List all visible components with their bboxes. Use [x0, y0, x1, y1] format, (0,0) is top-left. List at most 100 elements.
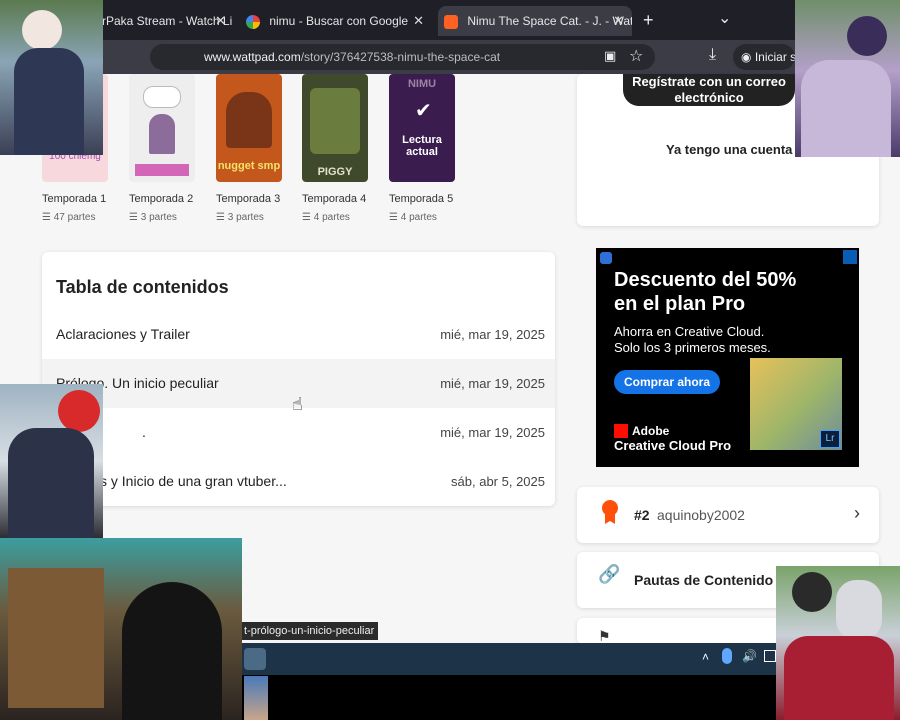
hand-cursor-icon: ☝ — [292, 394, 303, 414]
tab-list-icon[interactable]: ⌄ — [718, 8, 731, 28]
overlay-figure — [22, 10, 62, 50]
address-bar[interactable]: www.wattpad.com/story/376427538-nimu-the… — [150, 44, 655, 70]
taskbar — [240, 643, 776, 675]
cover-art — [149, 114, 175, 154]
ranking-badge-icon — [602, 500, 618, 516]
google-icon — [246, 14, 260, 29]
cover-art — [310, 88, 360, 154]
season-label[interactable]: Temporada 2 — [129, 193, 193, 205]
new-tab-button[interactable]: + — [643, 10, 654, 31]
season-parts: ☰ 4 partes — [302, 212, 350, 223]
overlay-figure — [14, 48, 84, 155]
register-email-button[interactable]: Regístrate con un correo electrónico — [623, 74, 795, 106]
ad-headline: Descuento del 50% en el plan Pro — [614, 269, 797, 315]
ad-cta-button[interactable]: Comprar ahora — [614, 370, 720, 394]
tab-label: rPaka Stream - Watch Li — [102, 14, 233, 28]
season-label[interactable]: Temporada 1 — [42, 193, 106, 205]
url-domain: www.wattpad.com — [204, 50, 301, 64]
login-link[interactable]: Ya tengo una cuenta — [666, 142, 792, 157]
season-cover-4[interactable]: PIGGY — [302, 74, 368, 182]
download-icon[interactable]: ⤓ — [709, 46, 716, 64]
adobe-logo-icon — [614, 424, 628, 438]
cover-art — [226, 92, 272, 148]
chapter-title: . — [142, 424, 146, 440]
toc-row[interactable]: Aclaraciones y Trailer mié, mar 19, 2025 — [42, 310, 555, 359]
close-tab-icon[interactable]: ✕ — [215, 6, 226, 36]
current-overlay — [389, 74, 455, 182]
toc-title: Tabla de contenidos — [56, 277, 229, 297]
register-email-label: Regístrate con un correo electrónico — [632, 74, 786, 105]
volume-icon[interactable]: 🔊 — [742, 649, 757, 663]
list-icon: ☰ — [389, 212, 401, 223]
overlay-figure — [792, 572, 832, 612]
chapter-date: mié, mar 19, 2025 — [440, 376, 545, 391]
season-cover-2[interactable] — [129, 74, 195, 182]
taskbar-app-icon[interactable] — [244, 648, 266, 670]
season-cover-3[interactable]: nugget smp — [216, 74, 282, 182]
guidelines-label[interactable]: Pautas de Contenido — [634, 572, 773, 588]
toc-row[interactable]: . mié, mar 19, 2025 — [42, 408, 555, 457]
season-parts: ☰ 3 partes — [216, 212, 264, 223]
display-icon[interactable] — [764, 650, 776, 662]
season-parts: ☰ 3 partes — [129, 212, 177, 223]
link-icon: 🔗 — [598, 564, 621, 584]
ad-choices-icon[interactable] — [600, 252, 612, 264]
close-tab-icon[interactable]: ✕ — [613, 6, 624, 36]
rank-user: aquinoby2002 — [657, 507, 745, 523]
wattpad-icon — [444, 14, 458, 29]
status-url: t-prólogo-un-inicio-peculiar — [240, 622, 379, 640]
rank-number: #2 — [634, 507, 650, 523]
chapter-title: s y Inicio de una gran vtuber... — [100, 473, 287, 489]
season-parts: ☰ 47 partes — [42, 212, 96, 223]
overlay-figure — [58, 390, 100, 432]
account-icon: ◉ — [741, 50, 755, 64]
list-icon: ☰ — [42, 212, 54, 223]
season-parts: ☰ 4 partes — [389, 212, 437, 223]
toc-row[interactable]: s y Inicio de una gran vtuber... sáb, ab… — [42, 457, 555, 506]
cover-text: PIGGY — [317, 166, 353, 178]
overlay-sticker-top-right — [795, 0, 900, 157]
season-label[interactable]: Temporada 5 — [389, 193, 453, 205]
overlay-sticker-bottom-right — [776, 566, 900, 720]
chapter-title: Aclaraciones y Trailer — [56, 326, 190, 342]
overlay-figure — [784, 636, 894, 720]
season-label[interactable]: Temporada 4 — [302, 193, 366, 205]
season-label[interactable]: Temporada 3 — [216, 193, 280, 205]
read-mode-icon[interactable]: ▣ — [604, 48, 616, 64]
overlay-figure — [801, 60, 891, 157]
ad-info-icon[interactable] — [843, 250, 857, 264]
microphone-icon[interactable] — [722, 648, 732, 664]
ad-brand-2: Creative Cloud Pro — [614, 438, 732, 453]
chapter-date: mié, mar 19, 2025 — [440, 327, 545, 342]
current-reading-label: Lectura actual — [402, 134, 442, 158]
advertisement[interactable]: Descuento del 50% en el plan Pro Ahorra … — [596, 248, 859, 467]
close-tab-icon[interactable]: ✕ — [413, 6, 424, 36]
overlay-figure — [836, 580, 882, 640]
sign-in-button[interactable]: ◉ Iniciar s — [733, 44, 795, 70]
tab-wattpad[interactable]: Nimu The Space Cat. - J. - Watt ✕ — [438, 6, 632, 36]
season-cover-5[interactable]: NIMU ✔ Lectura actual — [389, 74, 455, 182]
url-path: /story/376427538-nimu-the-space-cat — [300, 50, 501, 64]
speech-bubble — [143, 86, 181, 108]
list-icon: ☰ — [302, 212, 314, 223]
tab-google[interactable]: nimu - Buscar con Google ✕ — [240, 6, 432, 36]
chevron-right-icon[interactable]: › — [854, 503, 860, 524]
checkmark-icon: ✔ — [415, 100, 432, 122]
overlay-figure — [8, 428, 94, 538]
list-icon: ☰ — [129, 212, 141, 223]
webcam-feed — [0, 538, 242, 720]
lightroom-badge: Lr — [820, 430, 840, 448]
chevron-up-icon[interactable]: ˄ — [702, 650, 709, 664]
webcam-wardrobe — [8, 568, 104, 708]
tab-stream[interactable]: rPaka Stream - Watch Li ✕ — [96, 6, 234, 36]
ad-brand-1: Adobe — [632, 424, 670, 438]
black-bar — [240, 675, 776, 720]
ad-body-2: Solo los 3 primeros meses. — [614, 340, 771, 355]
chapter-date: sáb, abr 5, 2025 — [451, 474, 545, 489]
sign-in-label: Iniciar s — [754, 50, 795, 64]
webcam-person — [122, 582, 222, 720]
tab-label: nimu - Buscar con Google — [269, 14, 409, 28]
star-icon[interactable]: ☆ — [629, 46, 643, 66]
overlay-figure — [847, 16, 887, 56]
overlay-sticker-top-left — [0, 0, 103, 155]
